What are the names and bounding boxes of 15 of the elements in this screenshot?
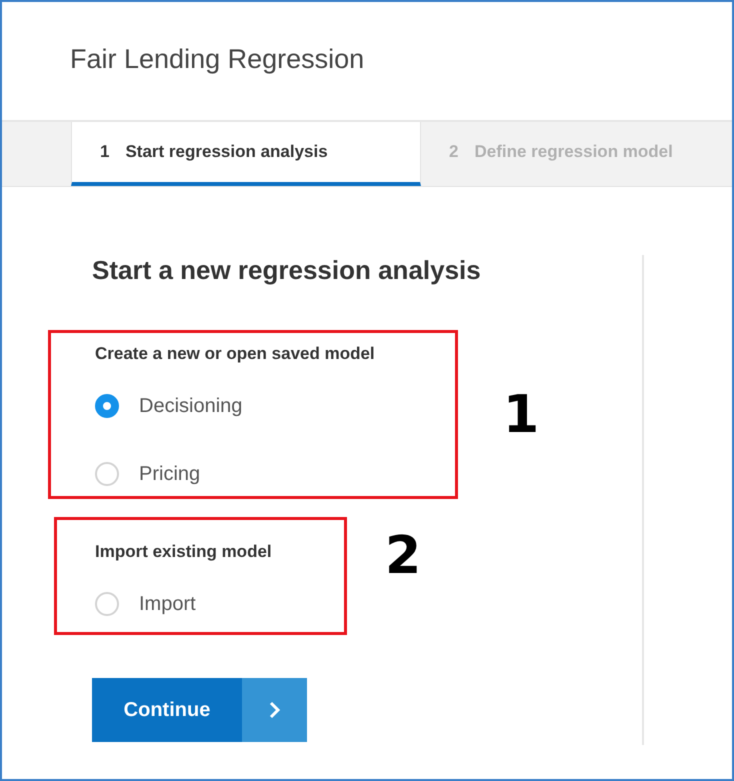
callout-number: 1 — [503, 384, 540, 444]
continue-button[interactable]: Continue — [92, 678, 307, 742]
step-tab[interactable]: 1 Start regression analysis — [71, 122, 421, 186]
group-label: Import existing model — [95, 541, 273, 563]
radio-label[interactable]: Decisioning — [139, 394, 242, 418]
radio-label[interactable]: Pricing — [139, 462, 200, 486]
chevron-right-icon — [268, 701, 280, 719]
window-title: Fair Lending Regression — [70, 44, 364, 74]
callout-number: 2 — [385, 526, 422, 586]
section-heading: Start a new regression analysis — [92, 255, 482, 286]
radio-button[interactable] — [95, 592, 119, 616]
radio-label[interactable]: Import — [139, 592, 196, 616]
radio-button[interactable] — [95, 394, 119, 418]
group-label: Create a new or open saved model — [95, 343, 376, 365]
radio-button[interactable] — [95, 462, 119, 486]
